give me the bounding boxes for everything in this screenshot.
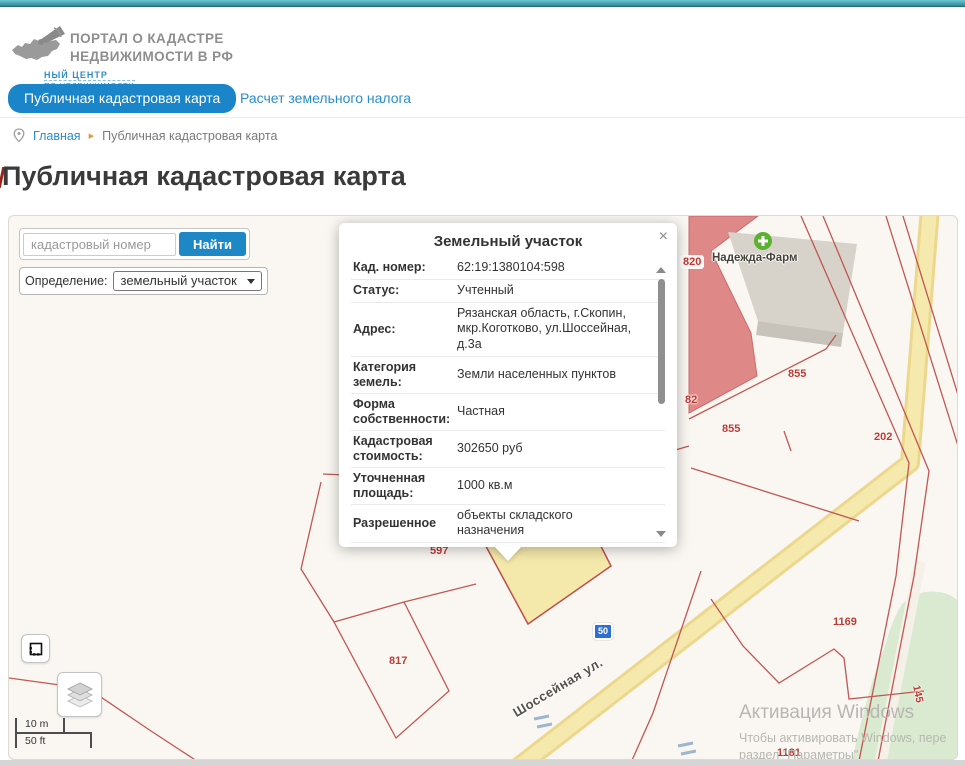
parcel-info-popup: × Земельный участок Кад. номер: 62:19:13… [339,223,677,547]
parcel-label-202: 202 [874,431,892,443]
bottom-scroll-strip[interactable] [0,760,965,766]
parcel-label-820: 820 [680,255,704,269]
filter-label: Определение: [25,274,108,288]
layers-icon [65,681,95,709]
breadcrumb-home-link[interactable]: Главная [33,129,81,143]
popup-row: Категория земель: Земли населенных пункт… [351,357,665,394]
popup-row: Статус: Учтенный [351,280,665,303]
map-canvas[interactable]: 598 597 817 855 855 202 1169 1181 820 14… [8,215,958,760]
extent-icon [28,641,44,657]
parcel-label-817: 817 [389,655,407,667]
scroll-down-icon[interactable] [656,531,666,537]
popup-row: Кад. номер: 62:19:1380104:598 [351,256,665,280]
location-pin-icon [13,128,25,143]
row-label: Разрешенное [353,516,457,531]
main-tabs: Публичная кадастровая карта Расчет земел… [0,84,965,113]
logo-line1: ПОРТАЛ О КАДАСТРЕ [70,30,233,48]
popup-title: Земельный участок [351,233,665,250]
windows-activation-watermark: Активация Windows Чтобы активировать Win… [739,702,946,760]
filter-select[interactable]: земельный участок [113,271,262,291]
breadcrumb: Главная ▸ Публичная кадастровая карта [13,128,277,143]
row-label: Кадастровая стоимость: [353,434,457,464]
popup-row: Кадастровая стоимость: 302650 руб [351,431,665,468]
parcel-label-597: 597 [430,545,448,557]
popup-row: Разрешенное объекты складского назначени… [351,505,665,543]
cadastral-search: Найти [19,228,250,260]
site-logo: ПОРТАЛ О КАДАСТРЕ НЕДВИЖИМОСТИ В РФ [10,24,233,66]
top-accent-bar [0,0,965,7]
parcel-label-82: 82 [685,394,697,406]
row-label: Адрес: [353,322,457,337]
row-label: Статус: [353,283,457,298]
definition-filter: Определение: земельный участок [19,267,268,295]
popup-row: Форма собственности: Частная [351,394,665,431]
row-value: объекты складского назначения [457,508,639,539]
pharmacy-poi-icon[interactable] [754,232,772,250]
rose-parcel-notch [704,235,716,249]
parcel-label-855b: 855 [722,423,740,435]
chevron-down-icon [247,279,255,284]
row-label: Уточненная площадь: [353,471,457,501]
row-label: Форма собственности: [353,397,457,427]
popup-row: Уточненная площадь: 1000 кв.м [351,468,665,505]
row-value: Земли населенных пунктов [457,367,639,383]
layers-button[interactable] [57,672,102,717]
extent-button[interactable] [21,634,50,663]
row-value: 62:19:1380104:598 [457,260,639,276]
find-button[interactable]: Найти [179,232,246,256]
tab-public-cadastral-map[interactable]: Публичная кадастровая карта [8,84,236,113]
row-value: 1000 кв.м [457,478,639,494]
breadcrumb-current: Публичная кадастровая карта [102,129,277,143]
row-label: Кад. номер: [353,260,457,275]
row-label: Категория земель: [353,360,457,390]
scale-imperial: 50 ft [15,732,92,748]
road-number-sign: 50 [593,623,613,640]
filter-selected-value: земельный участок [121,273,237,288]
scale-bar: 10 m 50 ft [15,718,92,748]
parcel-label-1169: 1169 [833,616,857,628]
poi-label-nadezhda-farm: Надежда-Фарм [712,252,798,264]
page-title: Публичная кадастровая карта [2,161,406,192]
scroll-up-icon[interactable] [656,267,666,273]
breadcrumb-separator: ▸ [89,129,95,142]
popup-pointer [494,546,522,561]
search-input[interactable] [23,233,176,256]
logo-line2: НЕДВИЖИМОСТИ В РФ [70,48,233,66]
tabs-divider [0,117,965,118]
row-value: 302650 руб [457,441,639,457]
row-value: Учтенный [457,283,639,299]
popup-row: Адрес: Рязанская область, г.Скопин, мкр.… [351,303,665,357]
row-value: Частная [457,404,639,420]
parcel-label-855a: 855 [788,368,806,380]
russia-map-logo-icon [10,24,66,64]
tab-land-tax-calc[interactable]: Расчет земельного налога [240,90,411,106]
popup-scrollbar[interactable] [658,279,665,404]
close-icon[interactable]: × [659,229,668,245]
row-value: Рязанская область, г.Скопин, мкр.Коготко… [457,306,639,353]
